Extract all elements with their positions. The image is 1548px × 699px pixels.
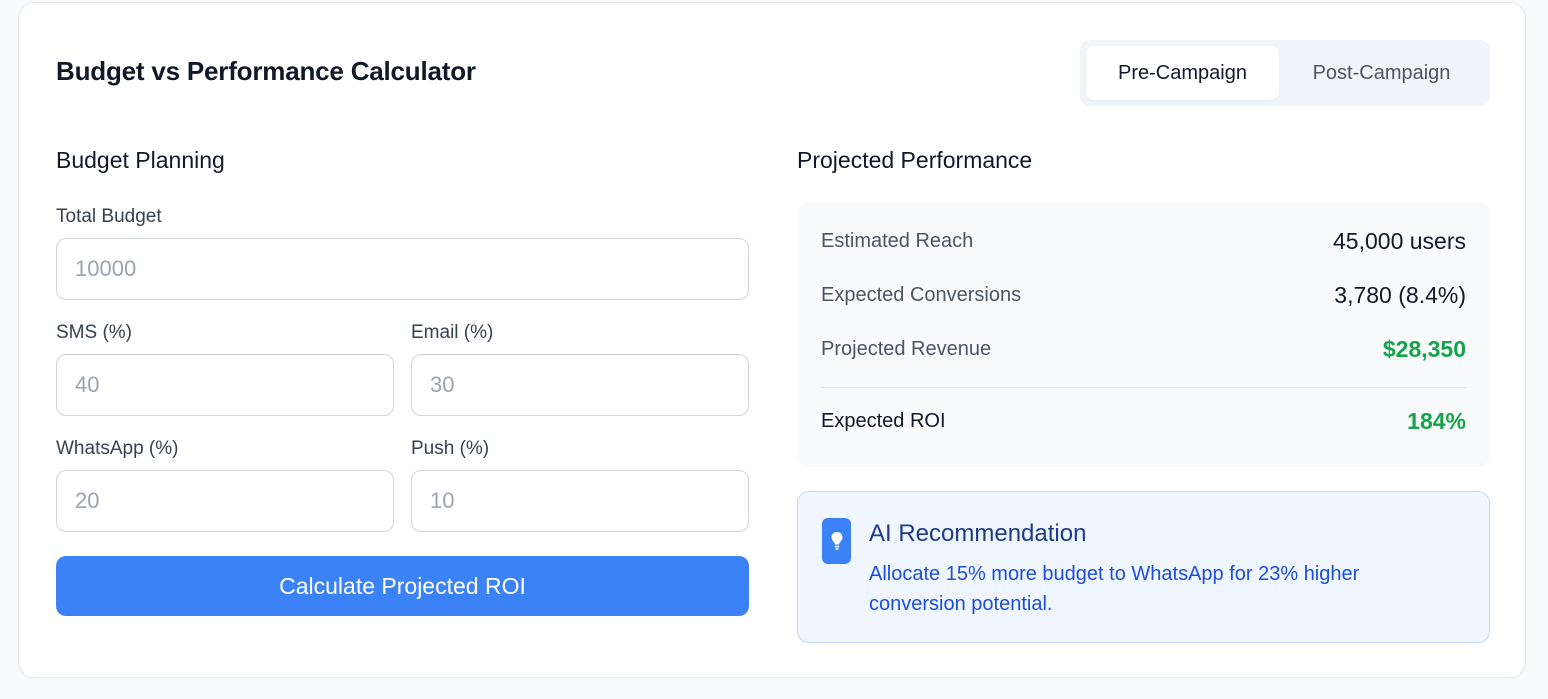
estimated-reach-label: Estimated Reach [821, 230, 974, 252]
budget-planning-heading: Budget Planning [56, 147, 225, 173]
sms-percent-label: SMS (%) [56, 322, 132, 343]
calculator-card: Budget vs Performance Calculator Pre-Cam… [18, 2, 1526, 678]
expected-conversions-label: Expected Conversions [821, 284, 1022, 306]
roi-row: Expected ROI 184% [821, 408, 1466, 435]
tab-pre-campaign[interactable]: Pre-Campaign [1086, 46, 1279, 100]
push-percent-input[interactable] [411, 470, 749, 532]
calculate-roi-button[interactable]: Calculate Projected ROI [56, 556, 749, 616]
campaign-phase-toggle: Pre-Campaign Post-Campaign [1080, 40, 1490, 106]
email-percent-input[interactable] [411, 354, 749, 416]
total-budget-label: Total Budget [56, 206, 162, 227]
metric-row: Projected Revenue $28,350 [821, 336, 1466, 363]
expected-roi-value: 184% [1407, 408, 1466, 434]
metric-row: Estimated Reach 45,000 users [821, 228, 1466, 255]
lightbulb-icon [822, 518, 851, 564]
recommendation-title: AI Recommendation [869, 520, 1087, 547]
recommendation-text: Allocate 15% more budget to WhatsApp for… [869, 563, 1360, 615]
projected-revenue-value: $28,350 [1382, 336, 1466, 362]
email-percent-label: Email (%) [411, 322, 494, 343]
estimated-reach-value: 45,000 users [1333, 228, 1466, 254]
projected-performance-heading: Projected Performance [797, 147, 1033, 173]
projected-revenue-label: Projected Revenue [821, 338, 992, 360]
sms-percent-input[interactable] [56, 354, 394, 416]
expected-roi-label: Expected ROI [821, 410, 946, 432]
performance-summary: Estimated Reach 45,000 users Expected Co… [797, 202, 1490, 467]
push-percent-label: Push (%) [411, 438, 490, 459]
page-title: Budget vs Performance Calculator [56, 56, 476, 86]
total-budget-input[interactable] [56, 238, 749, 300]
ai-recommendation-panel: AI Recommendation Allocate 15% more budg… [797, 491, 1490, 643]
expected-conversions-value: 3,780 (8.4%) [1334, 282, 1466, 308]
divider [821, 387, 1466, 388]
metric-row: Expected Conversions 3,780 (8.4%) [821, 282, 1466, 309]
whatsapp-percent-label: WhatsApp (%) [56, 438, 179, 459]
tab-post-campaign[interactable]: Post-Campaign [1279, 46, 1484, 100]
whatsapp-percent-input[interactable] [56, 470, 394, 532]
